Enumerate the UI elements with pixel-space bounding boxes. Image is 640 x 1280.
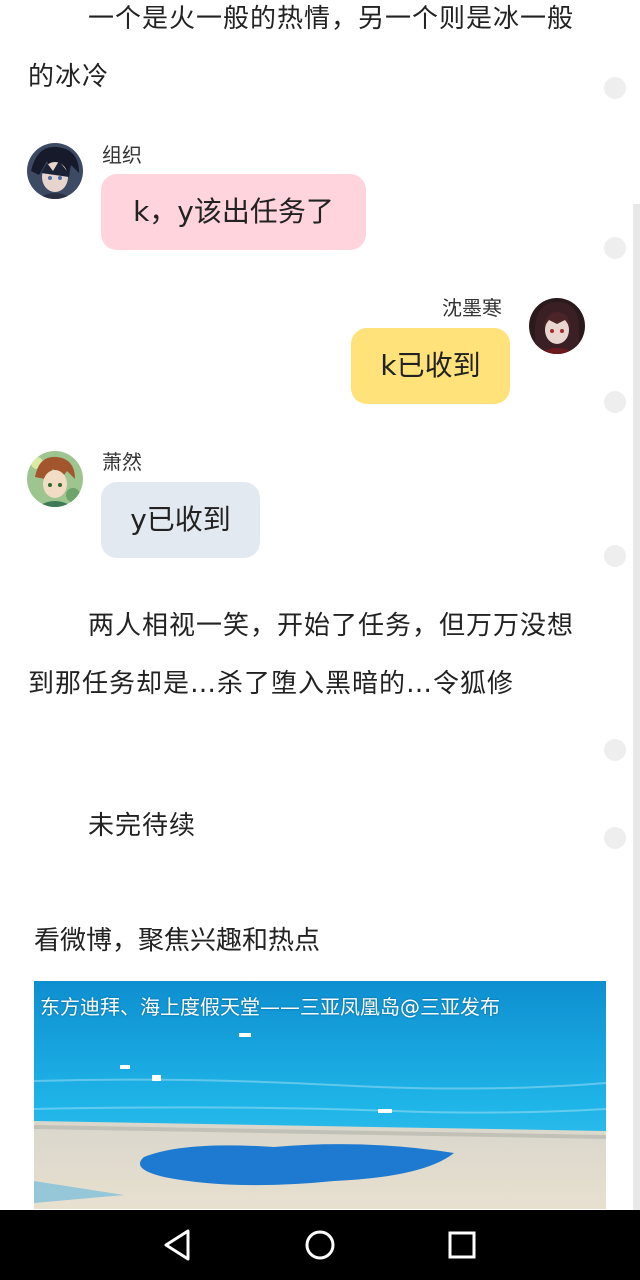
avatar-zuzhi[interactable] <box>27 143 83 199</box>
side-marker-dot[interactable] <box>604 237 626 259</box>
ad-caption: 东方迪拜、海上度假天堂——三亚凤凰岛@三亚发布 <box>40 995 500 1019</box>
avatar-xiao[interactable] <box>27 451 83 507</box>
side-marker-dot[interactable] <box>604 77 626 99</box>
avatar-shen[interactable] <box>529 298 585 354</box>
side-marker-dot[interactable] <box>604 739 626 761</box>
story-closing-text: 两人相视一笑，开始了任务，但万万没想到那任务却是…杀了堕入黑暗的…令狐修 <box>28 611 575 699</box>
back-triangle-icon[interactable] <box>158 1225 198 1265</box>
story-intro-text: 一个是火一般的热情，另一个则是冰一般的冰冷 <box>28 4 575 92</box>
system-navigation-bar <box>0 1210 640 1280</box>
side-marker-dot[interactable] <box>604 391 626 413</box>
side-marker-dot[interactable] <box>604 545 626 567</box>
scrollbar[interactable] <box>633 204 640 1210</box>
ad-title[interactable]: 看微博，聚焦兴趣和热点 <box>34 914 320 968</box>
message-bubble[interactable]: k，y该出任务了 <box>101 174 366 250</box>
message-bubble[interactable]: k已收到 <box>351 328 510 404</box>
home-circle-icon[interactable] <box>300 1225 340 1265</box>
ad-banner-image[interactable]: 东方迪拜、海上度假天堂——三亚凤凰岛@三亚发布 <box>34 981 606 1209</box>
recent-square-icon[interactable] <box>442 1225 482 1265</box>
sender-name: 萧然 <box>102 450 142 474</box>
to-be-continued-text: 未完待续 <box>88 811 197 841</box>
sender-name: 沈墨寒 <box>442 296 502 320</box>
side-marker-dot[interactable] <box>604 827 626 849</box>
message-bubble[interactable]: y已收到 <box>101 482 260 558</box>
sender-name: 组织 <box>102 143 142 167</box>
